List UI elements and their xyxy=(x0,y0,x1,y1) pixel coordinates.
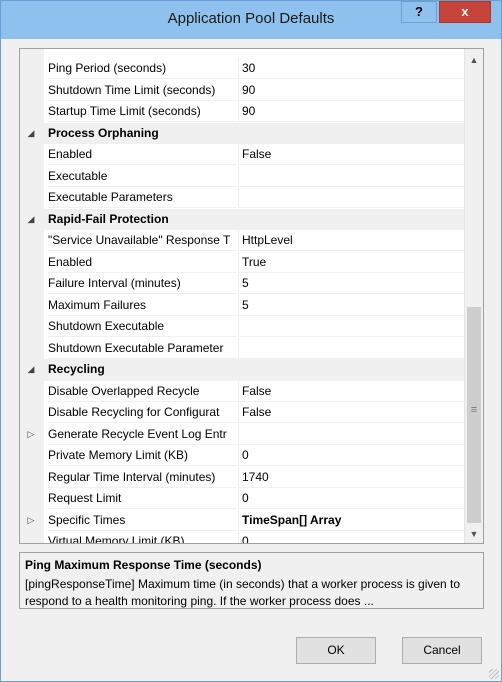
property-value[interactable]: True xyxy=(238,251,464,273)
scroll-up-icon[interactable]: ▲ xyxy=(465,51,483,69)
property-value[interactable]: 1740 xyxy=(238,466,464,488)
dialog-content: Ping Period (seconds) 30 Shutdown Time Lim… xyxy=(10,39,492,673)
property-row[interactable]: ▷ Generate Recycle Event Log Entr xyxy=(20,423,465,446)
help-button[interactable]: ? xyxy=(401,1,437,23)
property-value[interactable]: 0 xyxy=(238,488,464,509)
dialog-window: Application Pool Defaults ? x Ping Perio… xyxy=(0,0,502,682)
property-name: Executable Parameters xyxy=(48,187,236,208)
property-name: Enabled xyxy=(48,144,236,165)
cancel-button[interactable]: Cancel xyxy=(402,637,482,664)
property-grid[interactable]: Ping Period (seconds) 30 Shutdown Time Lim… xyxy=(19,48,484,544)
property-row[interactable]: Enabled False xyxy=(20,144,465,166)
resize-grip-icon[interactable] xyxy=(489,669,499,679)
property-row[interactable]: Executable Parameters xyxy=(20,187,465,209)
property-value[interactable] xyxy=(238,187,464,208)
property-name: Specific Times xyxy=(48,510,236,531)
property-name: Shutdown Executable xyxy=(48,316,236,337)
property-row[interactable]: "Service Unavailable" Response T HttpLeve… xyxy=(20,230,465,252)
property-name: Enabled xyxy=(48,252,236,273)
vertical-scrollbar[interactable]: ▲ ≡ ▼ xyxy=(464,49,483,543)
category-label: Recycling xyxy=(48,362,105,376)
property-value[interactable]: False xyxy=(238,144,464,165)
property-name: Regular Time Interval (minutes) xyxy=(48,467,236,488)
property-row[interactable]: Disable Recycling for Configurat False xyxy=(20,402,465,424)
description-panel: Ping Maximum Response Time (seconds) [pi… xyxy=(19,552,484,609)
property-row[interactable]: Shutdown Executable Parameter xyxy=(20,337,465,360)
property-row[interactable]: Executable xyxy=(20,165,465,188)
category-row[interactable]: ◢ Process Orphaning xyxy=(20,122,465,144)
property-value[interactable] xyxy=(238,316,464,337)
property-name: Maximum Failures xyxy=(48,295,236,316)
close-button[interactable]: x xyxy=(439,1,491,23)
property-row[interactable]: ▷ Specific Times TimeSpan[] Array xyxy=(20,509,465,532)
property-row[interactable]: Failure Interval (minutes) 5 xyxy=(20,273,465,295)
property-row[interactable]: Startup Time Limit (seconds) 90 xyxy=(20,101,465,123)
description-text: [pingResponseTime] Maximum time (in seco… xyxy=(25,577,461,608)
category-label: Rapid-Fail Protection xyxy=(48,211,169,226)
category-row[interactable]: ◢ Rapid-Fail Protection xyxy=(20,208,465,230)
expand-icon[interactable]: ▷ xyxy=(24,510,38,531)
property-name: Shutdown Time Limit (seconds) xyxy=(48,80,236,101)
property-value[interactable]: HttpLevel xyxy=(238,230,464,251)
property-row[interactable]: Enabled True xyxy=(20,251,465,274)
property-name: "Service Unavailable" Response T xyxy=(48,230,236,251)
category-row[interactable]: ◢ Recycling xyxy=(20,359,465,381)
property-name: Ping Period (seconds) xyxy=(48,58,236,79)
collapse-icon[interactable]: ◢ xyxy=(24,209,38,230)
property-name: Virtual Memory Limit (KB) xyxy=(48,531,236,543)
property-value[interactable] xyxy=(238,165,464,187)
property-value[interactable]: 0 xyxy=(238,531,464,543)
collapse-icon[interactable]: ◢ xyxy=(24,359,38,380)
title-bar[interactable]: Application Pool Defaults ? x xyxy=(1,1,501,39)
property-name: Private Memory Limit (KB) xyxy=(48,445,236,466)
property-value[interactable]: False xyxy=(238,402,464,423)
scrollbar-thumb[interactable]: ≡ xyxy=(467,307,481,523)
description-title: Ping Maximum Response Time (seconds) xyxy=(25,558,262,572)
property-value[interactable]: TimeSpan[] Array xyxy=(238,509,464,531)
property-value[interactable]: False xyxy=(238,380,464,402)
property-row[interactable]: Ping Period (seconds) 30 xyxy=(20,58,465,80)
category-label: Process Orphaning xyxy=(48,125,159,140)
property-value[interactable] xyxy=(238,337,464,359)
property-value[interactable]: 30 xyxy=(238,58,464,79)
ok-button[interactable]: OK xyxy=(296,637,376,664)
scroll-grip-icon: ≡ xyxy=(470,404,478,416)
property-row[interactable]: Shutdown Executable xyxy=(20,316,465,338)
property-name: Request Limit xyxy=(48,488,236,509)
property-value[interactable]: 90 xyxy=(238,101,464,122)
property-row[interactable]: Request Limit 0 xyxy=(20,488,465,510)
property-name: Disable Recycling for Configurat xyxy=(48,402,236,423)
property-value[interactable] xyxy=(238,423,464,445)
collapse-icon[interactable]: ◢ xyxy=(24,123,38,144)
scroll-down-icon[interactable]: ▼ xyxy=(465,525,483,543)
property-row[interactable]: Virtual Memory Limit (KB) 0 xyxy=(20,531,465,543)
property-name: Generate Recycle Event Log Entr xyxy=(48,424,236,445)
property-name: Shutdown Executable Parameter xyxy=(48,338,236,359)
property-name: Startup Time Limit (seconds) xyxy=(48,101,236,122)
property-value[interactable]: 90 xyxy=(238,79,464,101)
property-row[interactable]: Regular Time Interval (minutes) 1740 xyxy=(20,466,465,489)
expand-icon[interactable]: ▷ xyxy=(24,424,38,445)
property-name: Executable xyxy=(48,166,236,187)
property-value[interactable]: 5 xyxy=(238,273,464,294)
property-name: Failure Interval (minutes) xyxy=(48,273,236,294)
property-value[interactable]: 5 xyxy=(238,294,464,316)
property-rows: Ping Period (seconds) 30 Shutdown Time Lim… xyxy=(20,58,465,543)
property-row[interactable]: Maximum Failures 5 xyxy=(20,294,465,317)
property-name: Disable Overlapped Recycle xyxy=(48,381,236,402)
property-row[interactable]: Disable Overlapped Recycle False xyxy=(20,380,465,403)
property-value[interactable]: 0 xyxy=(238,445,464,466)
property-row[interactable]: Shutdown Time Limit (seconds) 90 xyxy=(20,79,465,102)
property-row[interactable]: Private Memory Limit (KB) 0 xyxy=(20,445,465,467)
